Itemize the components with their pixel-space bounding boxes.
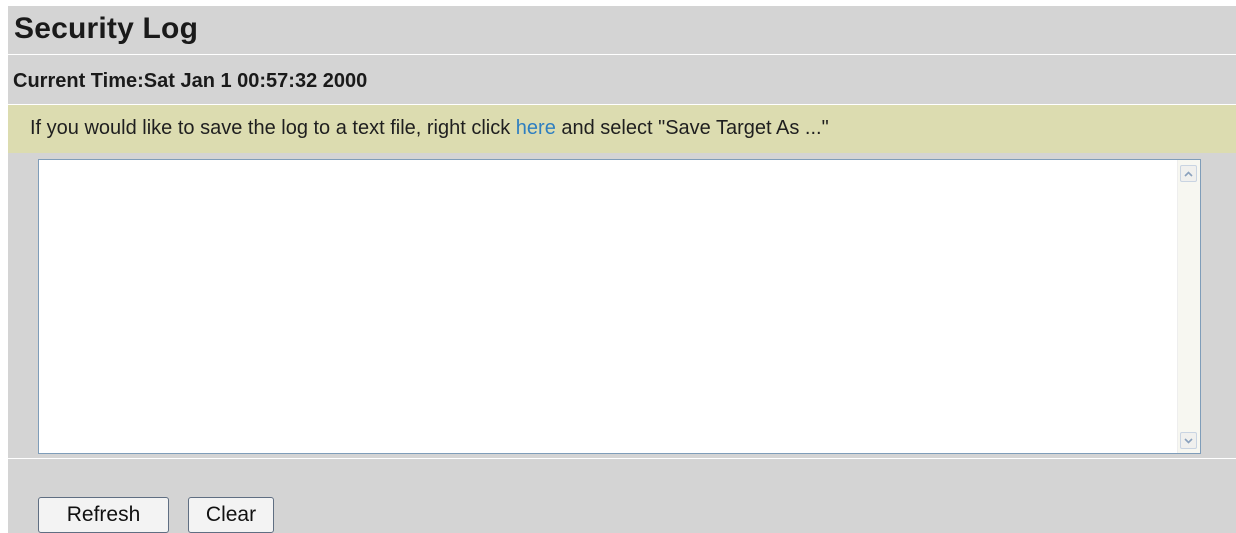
notice-text-before: If you would like to save the log to a t…: [30, 117, 516, 139]
chevron-up-icon: [1184, 170, 1193, 177]
current-time-row: Current Time:Sat Jan 1 00:57:32 2000: [8, 55, 1236, 105]
chevron-down-icon: [1184, 437, 1193, 444]
page-title: Security Log: [14, 12, 199, 45]
current-time-text: Current Time:Sat Jan 1 00:57:32 2000: [13, 70, 368, 92]
save-log-instructions: If you would like to save the log to a t…: [30, 117, 829, 140]
title-row: Security Log: [8, 6, 1236, 55]
security-log-panel: Security Log Current Time:Sat Jan 1 00:5…: [8, 6, 1236, 533]
log-textarea[interactable]: [39, 160, 1177, 453]
clear-button[interactable]: Clear: [188, 497, 274, 533]
notice-text-after: and select "Save Target As ...": [555, 117, 829, 139]
log-scrollbar[interactable]: [1177, 160, 1200, 453]
button-row: Refresh Clear: [8, 459, 1236, 533]
save-log-link[interactable]: here: [516, 117, 556, 139]
save-log-notice: If you would like to save the log to a t…: [8, 105, 1236, 153]
scroll-down-button[interactable]: [1180, 432, 1197, 449]
log-textarea-frame: [38, 159, 1201, 454]
scroll-up-button[interactable]: [1180, 165, 1197, 182]
refresh-button[interactable]: Refresh: [38, 497, 169, 533]
log-row: [8, 153, 1236, 459]
